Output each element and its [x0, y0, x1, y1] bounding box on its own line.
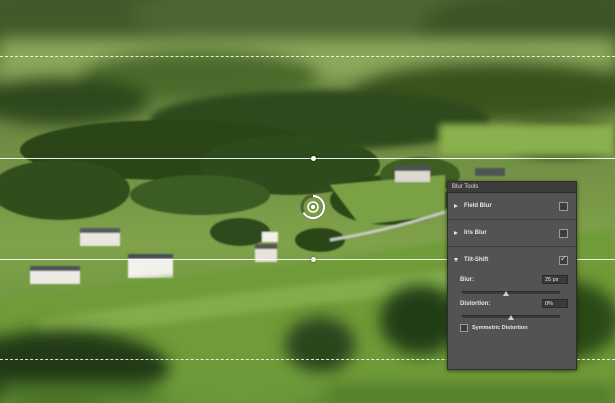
expand-triangle-icon[interactable] [454, 231, 458, 235]
distortion-slider-thumb[interactable] [508, 315, 514, 320]
section-field-blur[interactable]: Field Blur [448, 193, 576, 220]
distortion-slider[interactable] [454, 311, 568, 321]
tilt-shift-checkbox[interactable] [559, 254, 568, 265]
section-tilt-shift: Tilt-Shift Blur: 25 px Distortion: 0% Sy… [448, 247, 576, 335]
blur-label: Blur: [460, 277, 474, 283]
distortion-value-field[interactable]: 0% [542, 299, 568, 308]
distortion-label: Distortion: [460, 301, 491, 307]
blur-slider-track[interactable] [462, 291, 560, 294]
blur-start-dashed-line-top[interactable] [0, 56, 615, 57]
blur-tools-panel: Blur Tools Field Blur Iris Blur Tilt-Shi… [447, 181, 577, 370]
expand-triangle-icon[interactable] [454, 204, 458, 208]
rotate-handle-top[interactable] [311, 156, 316, 161]
tilt-shift-header[interactable]: Tilt-Shift [454, 247, 568, 273]
section-label-tilt-shift: Tilt-Shift [464, 257, 489, 263]
section-iris-blur[interactable]: Iris Blur [448, 220, 576, 247]
distortion-row: Distortion: 0% [454, 297, 568, 311]
blur-slider-thumb[interactable] [503, 291, 510, 296]
symmetric-distortion-row[interactable]: Symmetric Distortion [460, 321, 568, 335]
blur-slider[interactable] [454, 287, 568, 297]
symmetric-distortion-checkbox[interactable] [460, 324, 468, 332]
section-label-field-blur: Field Blur [464, 203, 492, 209]
panel-title-bar[interactable]: Blur Tools [448, 182, 576, 193]
collapse-triangle-icon[interactable] [454, 258, 458, 262]
blur-pin-icon[interactable] [298, 192, 328, 222]
iris-blur-checkbox[interactable] [559, 229, 568, 238]
blur-row: Blur: 25 px [454, 273, 568, 287]
field-blur-checkbox[interactable] [559, 202, 568, 211]
focus-solid-line-top[interactable] [0, 158, 615, 159]
symmetric-distortion-label: Symmetric Distortion [472, 325, 528, 331]
section-label-iris-blur: Iris Blur [464, 230, 487, 236]
rotate-handle-bottom[interactable] [311, 257, 316, 262]
blur-value-field[interactable]: 25 px [542, 275, 568, 284]
panel-title: Blur Tools [452, 184, 479, 190]
